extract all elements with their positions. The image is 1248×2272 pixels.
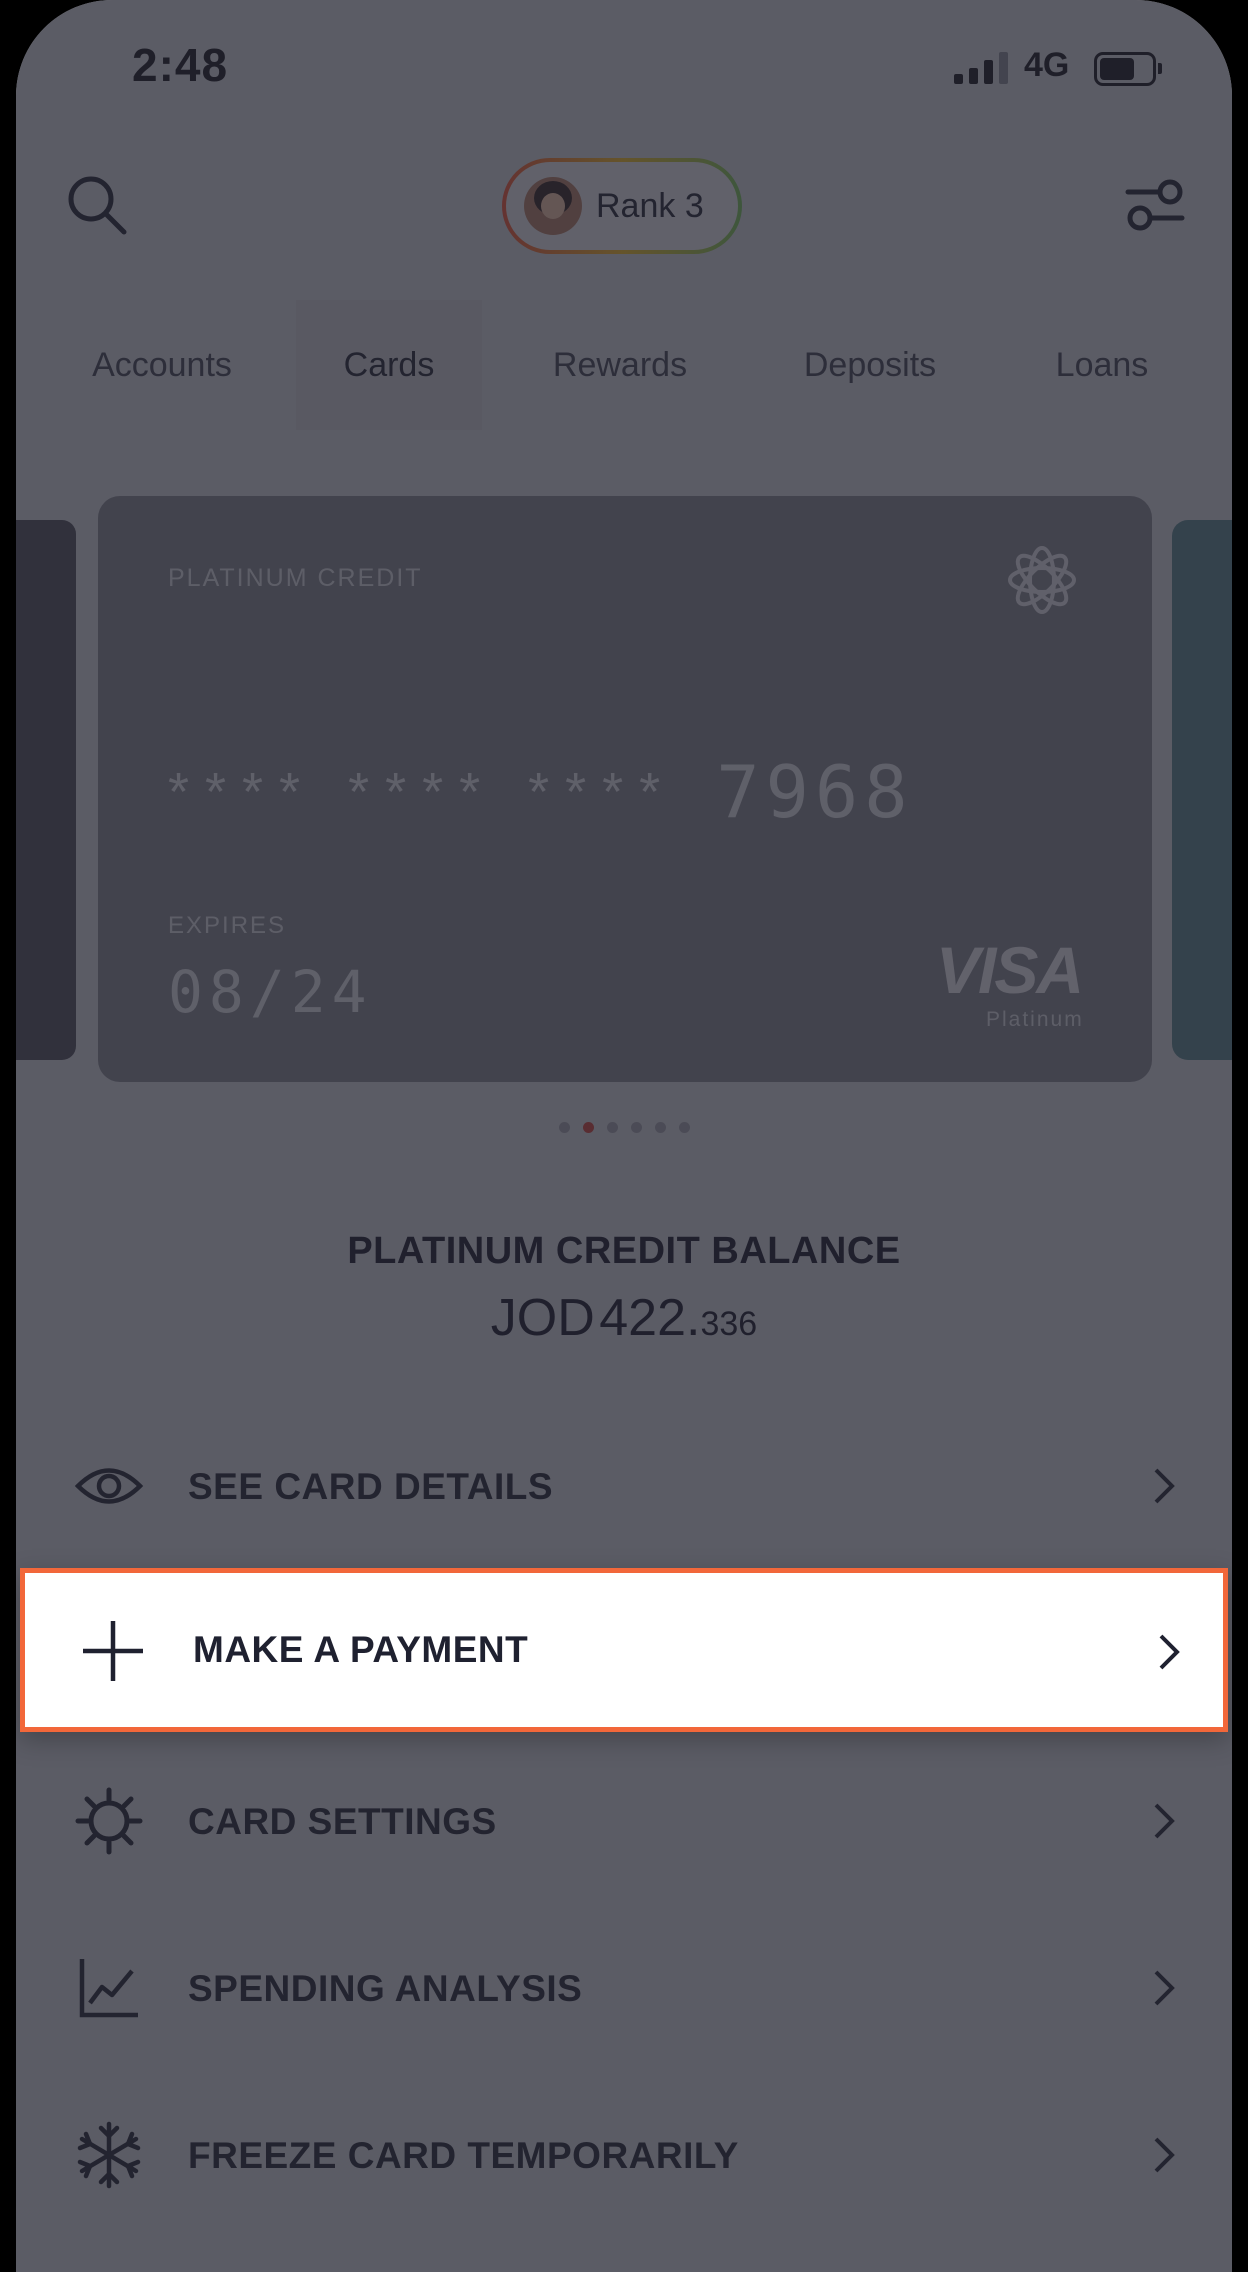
expires-label: EXPIRES	[168, 912, 287, 939]
card-number: **** **** **** 7968	[168, 750, 1088, 834]
masked-group: ****	[348, 762, 497, 822]
plus-icon	[83, 1621, 143, 1681]
carousel-dot-active[interactable]	[582, 1122, 594, 1133]
filter-button[interactable]	[1122, 172, 1188, 238]
balance-fraction: 336	[700, 1305, 758, 1343]
tab-deposits[interactable]: Deposits	[778, 300, 962, 430]
menu-freeze-card[interactable]: FREEZE CARD TEMPORARILY	[16, 2072, 1232, 2239]
masked-group: ****	[168, 762, 317, 822]
signal-icon	[954, 52, 1008, 84]
tab-bar: Accounts Cards Rewards Deposits Loans	[16, 300, 1232, 430]
chevron-right-icon	[1154, 2137, 1175, 2173]
search-button[interactable]	[62, 170, 132, 240]
menu-label: MAKE A PAYMENT	[193, 1629, 529, 1670]
search-icon	[68, 176, 127, 235]
carousel-dot[interactable]	[654, 1122, 666, 1133]
menu-label: CARD SETTINGS	[188, 1801, 497, 1842]
eye-icon	[74, 1468, 144, 1504]
menu-see-card-details[interactable]: SEE CARD DETAILS	[16, 1403, 1232, 1570]
rank-badge[interactable]: Rank 3	[502, 158, 742, 254]
avatar	[524, 177, 582, 235]
carousel-indicator	[16, 1122, 1232, 1133]
menu-label: SPENDING ANALYSIS	[188, 1968, 583, 2009]
menu-spending-analysis[interactable]: SPENDING ANALYSIS	[16, 1905, 1232, 2072]
menu-label: SEE CARD DETAILS	[188, 1466, 554, 1507]
card-type: PLATINUM CREDIT	[168, 564, 423, 592]
credit-card[interactable]: PLATINUM CREDIT **** **** **** 7968 EXPI…	[98, 496, 1152, 1082]
chevron-right-icon	[1154, 1468, 1175, 1504]
carousel-dot[interactable]	[630, 1122, 642, 1133]
menu-card-settings[interactable]: CARD SETTINGS	[16, 1738, 1232, 1905]
visa-logo: VISA	[936, 933, 1084, 1007]
tab-loans[interactable]: Loans	[1022, 300, 1182, 430]
network-type: 4G	[1024, 46, 1070, 84]
tab-accounts[interactable]: Accounts	[64, 300, 260, 430]
chevron-right-icon	[1159, 1634, 1180, 1670]
status-bar: 2:48 4G	[16, 0, 1232, 130]
balance-amount: JOD 422.336	[16, 1288, 1232, 1348]
status-time: 2:48	[132, 39, 229, 91]
card-tier: Platinum	[986, 1008, 1084, 1031]
bank-logo-icon	[1008, 546, 1076, 614]
chevron-right-icon	[1154, 1803, 1175, 1839]
chevron-right-icon	[1154, 1970, 1175, 2006]
card-last-four: 7968	[716, 750, 914, 834]
tab-cards[interactable]: Cards	[296, 300, 482, 430]
masked-group: ****	[528, 762, 677, 822]
tab-rewards[interactable]: Rewards	[528, 300, 712, 430]
phone-screen: 2:48 4G Rank 3 Accounts Cards Rewards De…	[16, 0, 1232, 2272]
rank-label: Rank 3	[596, 186, 704, 225]
balance-title: PLATINUM CREDIT BALANCE	[347, 1230, 901, 1272]
balance-main: 422.	[599, 1289, 701, 1347]
carousel-dot[interactable]	[606, 1122, 618, 1133]
cards-page: 2:48 4G Rank 3 Accounts Cards Rewards De…	[16, 0, 1232, 2272]
next-card[interactable]	[1172, 520, 1232, 1060]
expiry-date: 08/24	[168, 958, 373, 1026]
menu-label: FREEZE CARD TEMPORARILY	[188, 2135, 739, 2176]
menu-make-payment[interactable]: MAKE A PAYMENT	[20, 1568, 1228, 1732]
sliders-icon	[1125, 179, 1185, 231]
chart-icon	[79, 1959, 138, 2018]
carousel-dot[interactable]	[558, 1122, 570, 1133]
balance-currency: JOD	[490, 1289, 595, 1347]
gear-icon	[75, 1787, 143, 1855]
previous-card[interactable]	[16, 520, 76, 1060]
carousel-dot[interactable]	[678, 1122, 690, 1133]
battery-icon	[1094, 52, 1162, 86]
snowflake-icon	[77, 2121, 141, 2189]
